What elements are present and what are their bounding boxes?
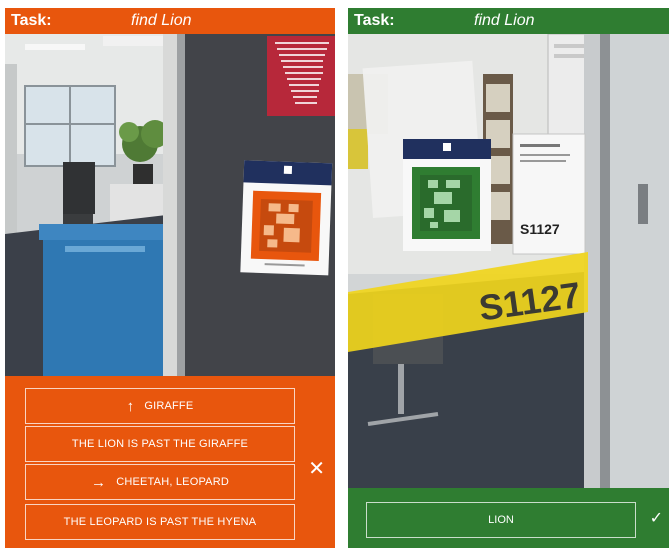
task-header: Task: find Lion (5, 8, 335, 34)
confirm-panel: LION ✓ (348, 488, 669, 548)
option-lion-past-giraffe[interactable]: THE LION IS PAST THE GIRAFFE (25, 426, 295, 462)
right-phone-screen: Task: find Lion S1127 S1127 LION ✓ (348, 8, 669, 548)
option-giraffe[interactable]: ↑ GIRAFFE (25, 388, 295, 424)
option-label: GIRAFFE (144, 400, 194, 412)
camera-view: S1127 S1127 (348, 34, 669, 488)
option-label: THE LION IS PAST THE GIRAFFE (71, 438, 249, 450)
arrow-right-icon: → (90, 473, 107, 491)
camera-scene (5, 34, 335, 376)
answer-panel: ↑ GIRAFFE THE LION IS PAST THE GIRAFFE →… (5, 376, 335, 548)
sign-room-number: S1127 (520, 221, 560, 237)
task-target: find Lion (131, 12, 192, 29)
camera-scene: S1127 S1127 (348, 34, 669, 488)
option-label: CHEETAH, LEOPARD (116, 476, 230, 488)
close-icon[interactable]: ✕ (308, 456, 325, 481)
option-label: THE LEOPARD IS PAST THE HYENA (63, 516, 257, 528)
task-label: Task: (354, 12, 395, 29)
camera-view (5, 34, 335, 376)
option-cheetah-leopard[interactable]: → CHEETAH, LEOPARD (25, 464, 295, 500)
left-phone-screen: Task: find Lion ↑ GIRAFFE THE LION IS PA… (5, 8, 335, 548)
arrow-up-icon: ↑ (126, 397, 135, 415)
lion-confirm-button[interactable]: LION (366, 502, 636, 538)
option-leopard-past-hyena[interactable]: THE LEOPARD IS PAST THE HYENA (25, 504, 295, 540)
task-label: Task: (11, 12, 52, 29)
task-header: Task: find Lion (348, 8, 669, 34)
check-icon[interactable]: ✓ (650, 508, 663, 528)
task-target: find Lion (474, 12, 535, 29)
